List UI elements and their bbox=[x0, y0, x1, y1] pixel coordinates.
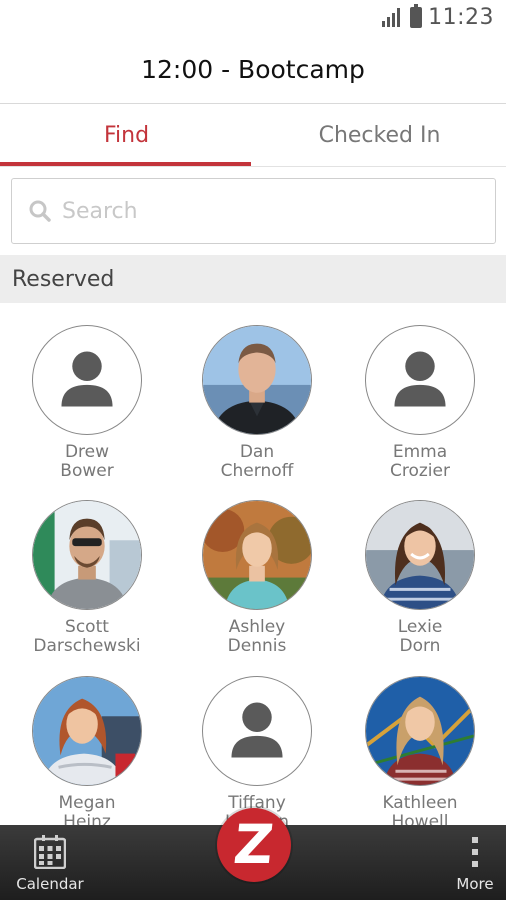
zenplanner-home-button[interactable]: Z bbox=[217, 808, 291, 882]
status-bar: 11:23 bbox=[0, 0, 506, 34]
more-label: More bbox=[456, 875, 494, 893]
member-name: Drew Bower bbox=[60, 442, 114, 481]
member-name: Ashley Dennis bbox=[227, 617, 287, 656]
member-photo bbox=[202, 325, 312, 435]
member-card[interactable]: Drew Bower bbox=[7, 325, 167, 481]
status-icons: 11:23 bbox=[382, 3, 494, 30]
search-box[interactable] bbox=[11, 178, 496, 244]
section-header: Reserved bbox=[0, 255, 506, 303]
search-icon bbox=[29, 200, 51, 222]
tab-checked-in[interactable]: Checked In bbox=[253, 104, 506, 166]
member-name: Dan Chernoff bbox=[220, 442, 294, 481]
search-input[interactable] bbox=[62, 198, 462, 224]
calendar-icon bbox=[34, 835, 66, 869]
calendar-label: Calendar bbox=[16, 875, 84, 893]
member-photo bbox=[365, 500, 475, 610]
battery-icon bbox=[410, 3, 423, 28]
member-card[interactable]: Megan Heinz bbox=[7, 676, 167, 825]
page-header: 12:00 - Bootcamp bbox=[0, 34, 506, 104]
member-card[interactable]: Dan Chernoff bbox=[177, 325, 337, 481]
section-title: Reserved bbox=[12, 266, 115, 292]
member-name: Lexie Dorn bbox=[397, 617, 443, 656]
default-avatar-icon bbox=[365, 325, 475, 435]
status-time: 11:23 bbox=[428, 4, 494, 30]
member-name: Emma Crozier bbox=[390, 442, 450, 481]
members-grid: Drew Bower Dan Chernoff Emma Crozier Sco… bbox=[0, 303, 506, 825]
member-photo bbox=[32, 500, 142, 610]
more-nav-button[interactable]: More bbox=[450, 835, 500, 895]
member-name: Scott Darschewski bbox=[33, 617, 141, 656]
member-photo bbox=[365, 676, 475, 786]
member-card[interactable]: Lexie Dorn bbox=[340, 500, 500, 656]
default-avatar-icon bbox=[202, 676, 312, 786]
default-avatar-icon bbox=[32, 325, 142, 435]
tab-find[interactable]: Find bbox=[0, 104, 253, 166]
member-name: Megan Heinz bbox=[58, 793, 116, 826]
member-photo bbox=[32, 676, 142, 786]
page-title: 12:00 - Bootcamp bbox=[141, 54, 365, 84]
tab-divider bbox=[0, 166, 506, 167]
member-card[interactable]: TiffanyHansen bbox=[177, 676, 337, 825]
member-photo bbox=[202, 500, 312, 610]
tab-bar: Find Checked In bbox=[0, 104, 506, 166]
member-card[interactable]: Emma Crozier bbox=[340, 325, 500, 481]
member-card[interactable]: Scott Darschewski bbox=[7, 500, 167, 656]
member-card[interactable]: Ashley Dennis bbox=[177, 500, 337, 656]
calendar-nav-button[interactable]: Calendar bbox=[10, 835, 90, 895]
more-vertical-icon bbox=[472, 837, 478, 867]
signal-icon bbox=[382, 7, 404, 27]
member-name: Kathleen Howell bbox=[382, 793, 458, 826]
member-card[interactable]: Kathleen Howell bbox=[340, 676, 500, 825]
z-logo-icon: Z bbox=[231, 813, 277, 876]
